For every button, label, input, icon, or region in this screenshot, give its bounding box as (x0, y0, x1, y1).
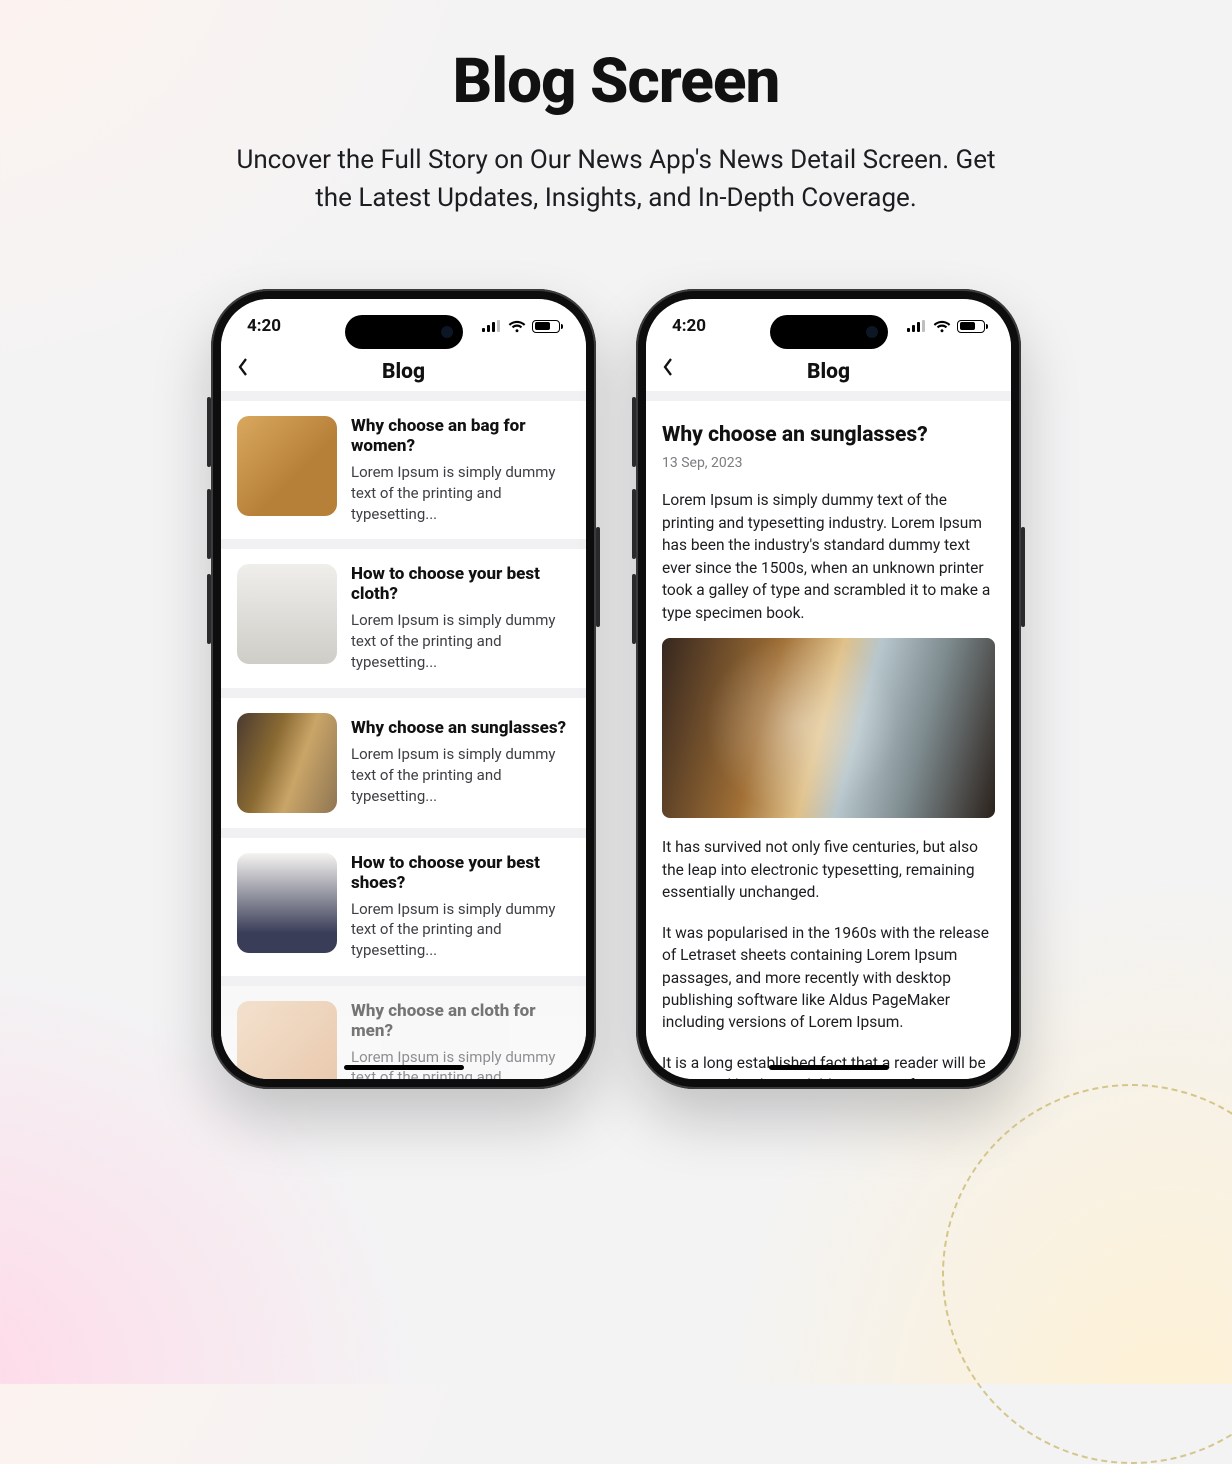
blog-thumbnail (237, 564, 337, 664)
blog-item-title: Why choose an sunglasses? (351, 718, 570, 738)
wifi-icon (508, 320, 526, 333)
page-subtitle: Uncover the Full Story on Our News App's… (0, 142, 1232, 217)
wifi-icon (933, 320, 951, 333)
cellular-icon (907, 320, 927, 332)
navbar: Blog (221, 353, 586, 401)
blog-list-item[interactable]: How to choose your best cloth? Lorem Ips… (221, 539, 586, 687)
navbar-title: Blog (807, 360, 850, 384)
home-indicator[interactable] (344, 1065, 464, 1070)
blog-item-excerpt: Lorem Ipsum is simply dummy text of the … (351, 899, 570, 961)
chevron-left-icon (237, 357, 249, 377)
dynamic-island (345, 315, 463, 349)
blog-item-title: Why choose an cloth for men? (351, 1001, 570, 1041)
blog-item-excerpt: Lorem Ipsum is simply dummy text of the … (351, 462, 570, 524)
navbar-title: Blog (382, 360, 425, 384)
battery-icon (957, 320, 985, 333)
chevron-left-icon (662, 357, 674, 377)
phone-mockup-list: 4:20 Blog Why c (211, 289, 596, 1089)
status-time: 4:20 (672, 316, 706, 336)
blog-item-title: How to choose your best shoes? (351, 853, 570, 893)
blog-item-excerpt: Lorem Ipsum is simply dummy text of the … (351, 744, 570, 806)
home-indicator[interactable] (769, 1065, 889, 1070)
blog-list-item[interactable]: Why choose an bag for women? Lorem Ipsum… (221, 401, 586, 539)
detail-paragraph: It has survived not only five centuries,… (662, 836, 995, 903)
phone-mockup-detail: 4:20 Blog Why choose an sunglasses? (636, 289, 1021, 1089)
blog-item-excerpt: Lorem Ipsum is simply dummy text of the … (351, 1047, 570, 1080)
detail-hero-image (662, 638, 995, 818)
blog-list[interactable]: Why choose an bag for women? Lorem Ipsum… (221, 401, 586, 1079)
page-title: Blog Screen (0, 45, 1232, 118)
navbar: Blog (646, 353, 1011, 401)
dynamic-island (770, 315, 888, 349)
cellular-icon (482, 320, 502, 332)
blog-list-item[interactable]: Why choose an cloth for men? Lorem Ipsum… (221, 976, 586, 1080)
detail-paragraph: It was popularised in the 1960s with the… (662, 922, 995, 1034)
blog-detail[interactable]: Why choose an sunglasses? 13 Sep, 2023 L… (646, 401, 1011, 1079)
blog-thumbnail (237, 713, 337, 813)
status-time: 4:20 (247, 316, 281, 336)
blog-thumbnail (237, 853, 337, 953)
blog-thumbnail (237, 1001, 337, 1080)
blog-item-title: Why choose an bag for women? (351, 416, 570, 456)
back-button[interactable] (237, 353, 267, 381)
detail-date: 13 Sep, 2023 (662, 455, 995, 471)
back-button[interactable] (662, 353, 692, 381)
detail-paragraph: Lorem Ipsum is simply dummy text of the … (662, 489, 995, 624)
decorative-circle (942, 1084, 1232, 1464)
blog-list-item[interactable]: How to choose your best shoes? Lorem Ips… (221, 828, 586, 976)
battery-icon (532, 320, 560, 333)
blog-item-title: How to choose your best cloth? (351, 564, 570, 604)
detail-title: Why choose an sunglasses? (662, 423, 995, 447)
blog-list-item[interactable]: Why choose an sunglasses? Lorem Ipsum is… (221, 688, 586, 828)
blog-item-excerpt: Lorem Ipsum is simply dummy text of the … (351, 610, 570, 672)
blog-thumbnail (237, 416, 337, 516)
